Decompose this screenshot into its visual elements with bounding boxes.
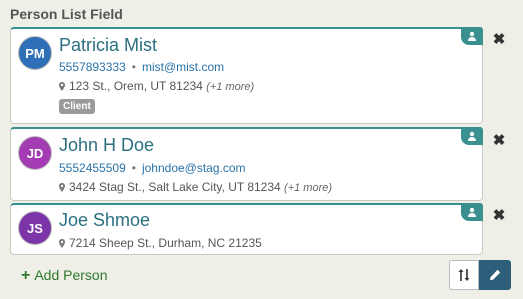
- address-text: 123 St., Orem, UT 81234: [69, 79, 203, 93]
- person-type-tab: [461, 203, 483, 221]
- remove-person-button[interactable]: ✖: [492, 132, 506, 149]
- person-type-tab: [461, 127, 483, 145]
- add-person-label: Add Person: [34, 267, 108, 283]
- sort-button[interactable]: [449, 260, 479, 290]
- edit-button[interactable]: [479, 260, 511, 290]
- contact-line: 5557893333 • mist@mist.com: [59, 60, 224, 74]
- separator: •: [131, 161, 136, 175]
- email-link[interactable]: mist@mist.com: [142, 60, 224, 74]
- person-name[interactable]: Joe Shmoe: [59, 210, 150, 231]
- contact-line: 5552455509 • johndoe@stag.com: [59, 161, 246, 175]
- email-link[interactable]: johndoe@stag.com: [142, 161, 246, 175]
- add-person-button[interactable]: + Add Person: [21, 267, 108, 285]
- person-card[interactable]: PM Patricia Mist 5557893333 • mist@mist.co…: [10, 27, 483, 124]
- map-pin-icon: [59, 239, 65, 248]
- avatar: JD: [19, 137, 51, 169]
- map-pin-icon: [59, 183, 65, 192]
- separator: •: [131, 60, 136, 74]
- person-name[interactable]: John H Doe: [59, 135, 154, 156]
- more-addresses[interactable]: (+1 more): [284, 182, 332, 194]
- pencil-icon: [490, 269, 501, 281]
- map-pin-icon: [59, 82, 65, 91]
- sort-arrows-icon: [458, 269, 470, 281]
- person-card[interactable]: JD John H Doe 5552455509 • johndoe@stag.co…: [10, 127, 483, 201]
- remove-person-button[interactable]: ✖: [492, 207, 506, 224]
- person-icon: [468, 31, 476, 41]
- person-icon: [468, 131, 476, 141]
- address-text: 7214 Sheep St., Durham, NC 21235: [69, 236, 262, 250]
- address-text: 3424 Stag St., Salt Lake City, UT 81234: [69, 180, 281, 194]
- remove-person-button[interactable]: ✖: [492, 31, 506, 48]
- person-card[interactable]: JS Joe Shmoe 7214 Sheep St., Durham, NC …: [10, 203, 483, 255]
- plus-icon: +: [21, 267, 31, 284]
- person-type-tab: [461, 27, 483, 45]
- avatar: PM: [19, 37, 51, 69]
- more-addresses[interactable]: (+1 more): [206, 81, 254, 93]
- person-name[interactable]: Patricia Mist: [59, 35, 157, 56]
- address-line: 123 St., Orem, UT 81234 (+1 more): [59, 79, 254, 93]
- phone-link[interactable]: 5557893333: [59, 60, 126, 74]
- person-icon: [468, 207, 476, 217]
- field-label: Person List Field: [10, 6, 123, 22]
- address-line: 3424 Stag St., Salt Lake City, UT 81234 …: [59, 180, 332, 194]
- client-tag: Client: [59, 99, 95, 114]
- address-line: 7214 Sheep St., Durham, NC 21235: [59, 236, 262, 250]
- avatar: JS: [19, 212, 51, 244]
- list-actions: [449, 260, 511, 290]
- phone-link[interactable]: 5552455509: [59, 161, 126, 175]
